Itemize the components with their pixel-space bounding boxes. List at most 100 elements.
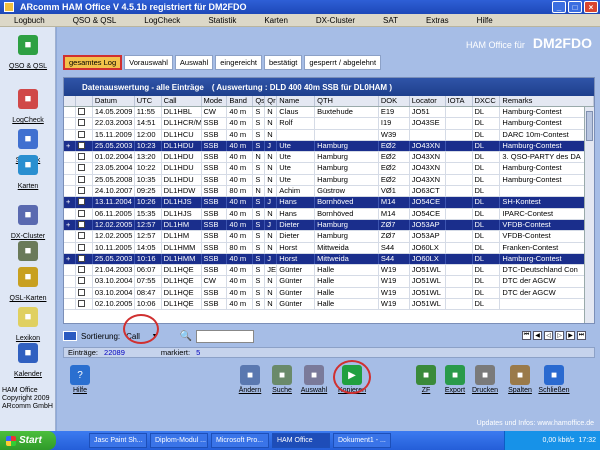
minimize-button[interactable]: _ (552, 1, 566, 13)
column-header-dok[interactable]: DOK (379, 96, 410, 106)
sidebar-item-kalender[interactable]: ■ Kalender (0, 343, 56, 378)
search-input[interactable] (196, 329, 255, 343)
row-checkbox-cell[interactable] (76, 186, 93, 197)
hilfe-button[interactable]: ? Hilfe (63, 365, 97, 394)
row-checkbox-cell[interactable] (76, 242, 93, 253)
tab-bestätigt[interactable]: bestätigt (263, 55, 303, 70)
next-page-icon[interactable]: ▶ (566, 331, 575, 340)
prev-page-icon[interactable]: ◀ (533, 331, 542, 340)
row-checkbox-cell[interactable] (76, 219, 93, 231)
sidebar-item-karten[interactable]: ■ Karten (0, 155, 56, 190)
row-checkbox-cell[interactable] (76, 163, 93, 174)
column-header-call[interactable]: Call (162, 96, 202, 106)
table-row[interactable]: 25.05.2008 10:35 DL1HDU SSB 40 m S N Ute Hamburg… (64, 174, 595, 187)
table-row[interactable]: +25.05.2003 10:16 DL1HMM SSB 40 m S J Horst Mitt… (64, 253, 595, 266)
auswahl-button[interactable]: ■ Auswahl (297, 365, 331, 394)
row-checkbox-cell[interactable] (76, 174, 93, 186)
row-checkbox[interactable] (77, 254, 85, 262)
row-checkbox-cell[interactable] (76, 299, 93, 310)
search-icon[interactable]: 🔍 (180, 331, 192, 342)
column-header-qth[interactable]: QTH (315, 96, 379, 106)
drucken-button[interactable]: ■ Drucken (468, 365, 502, 394)
column-header-band[interactable]: Band (227, 96, 254, 106)
table-row[interactable]: 03.10.2004 08:47 DL1HQE SSB 40 m S N Günter Hall… (64, 287, 595, 300)
next-record-icon[interactable]: ▷ (555, 331, 564, 340)
row-checkbox[interactable] (77, 164, 85, 172)
export-button[interactable]: ■ Export (438, 365, 472, 394)
tab-gesamtes-log[interactable]: gesamtes Log (63, 55, 123, 70)
row-checkbox-cell[interactable] (76, 287, 93, 299)
first-record-icon[interactable]: ⏮ (522, 331, 531, 340)
table-row[interactable]: 02.10.2005 10:06 DL1HQE SSB 40 m S N Günter Hall… (64, 299, 595, 311)
sidebar-item-qsl-karten[interactable]: ■ QSL-Karten (0, 267, 56, 302)
row-checkbox-cell[interactable] (76, 231, 93, 242)
row-checkbox-cell[interactable] (76, 107, 93, 118)
maximize-button[interactable]: □ (568, 1, 582, 13)
vertical-scrollbar[interactable] (584, 107, 594, 323)
row-checkbox-cell[interactable] (76, 265, 93, 276)
taskbar-task-dokument1[interactable]: Dokument1 - ... (333, 433, 391, 448)
row-checkbox[interactable] (77, 141, 85, 149)
table-row[interactable]: 03.10.2004 07:55 DL1HQE CW 40 m S N Günter Halle… (64, 276, 595, 288)
row-checkbox-cell[interactable] (76, 152, 93, 163)
row-checkbox[interactable] (77, 300, 85, 308)
row-checkbox[interactable] (77, 277, 85, 285)
table-row[interactable]: 12.02.2005 12:57 DL1HM SSB 40 m S N Dieter Hambu… (64, 231, 595, 243)
sidebar-item-logcheck[interactable]: ■ LogCheck (0, 89, 56, 124)
tab-auswahl[interactable]: Auswahl (174, 55, 214, 70)
menu-statistik[interactable]: Statistik (208, 16, 236, 25)
menu-extras[interactable]: Extras (426, 16, 449, 25)
column-header-qs[interactable]: Qs (253, 96, 266, 106)
row-checkbox[interactable] (77, 108, 85, 115)
spalten-button[interactable]: ■ Spalten (503, 365, 537, 394)
row-checkbox-cell[interactable] (76, 276, 93, 287)
row-checkbox[interactable] (77, 175, 85, 183)
column-header-utc[interactable]: UTC (135, 96, 162, 106)
taskbar-task-jasc-paint-sh[interactable]: Jasc Paint Sh... (89, 433, 147, 448)
last-record-icon[interactable]: ⏭ (577, 331, 586, 340)
row-checkbox-cell[interactable] (76, 253, 93, 265)
menu-dx-cluster[interactable]: DX-Cluster (316, 16, 355, 25)
table-row[interactable]: 24.10.2007 09:25 DL1HDW SSB 80 m N N Achim Güstr… (64, 186, 595, 198)
tab-gesperrt-abgelehnt[interactable]: gesperrt / abgelehnt (304, 55, 382, 70)
row-checkbox-cell[interactable] (76, 129, 93, 140)
column-header-locator[interactable]: Locator (410, 96, 446, 106)
scrollbar-thumb[interactable] (586, 111, 593, 141)
row-checkbox[interactable] (77, 187, 85, 195)
menu-qso-qsl[interactable]: QSO & QSL (73, 16, 117, 25)
table-row[interactable]: 15.11.2009 12:00 DL1HCU SSB 40 m S N W39 DL DARC … (64, 129, 595, 141)
row-checkbox[interactable] (77, 119, 85, 127)
table-row[interactable]: 14.05.2009 11:55 DL1HBL CW 40 m S N Claus Buxteh… (64, 107, 595, 119)
column-header-dxcc[interactable]: DXCC (473, 96, 501, 106)
row-checkbox-cell[interactable] (76, 197, 93, 208)
sidebar-item-qso-qsl[interactable]: ■ QSO & QSL (0, 35, 56, 70)
row-checkbox-cell[interactable] (76, 118, 93, 129)
sidebar-item-dx-cluster[interactable]: ■ DX-Cluster (0, 205, 56, 240)
row-checkbox[interactable] (77, 243, 85, 251)
row-checkbox-cell[interactable] (76, 208, 93, 219)
table-row[interactable]: 22.03.2003 14:51 DL1HCR/M SSB 40 m S N Rolf I19 J… (64, 118, 595, 130)
tab-eingereicht[interactable]: eingereicht (215, 55, 262, 70)
table-row[interactable]: +12.02.2005 12:57 DL1HM SSB 40 m S J Dieter Hamb… (64, 219, 595, 232)
menu-sat[interactable]: SAT (383, 16, 398, 25)
row-checkbox[interactable] (77, 130, 85, 138)
table-row[interactable]: +25.05.2003 10:23 DL1HDU SSB 40 m S J Ute Hambur… (64, 140, 595, 153)
start-button[interactable]: Start (0, 431, 56, 450)
table-row[interactable]: 10.11.2005 14:05 DL1HMM SSB 80 m S N Horst Mittw… (64, 242, 595, 254)
tab-vorauswahl[interactable]: Vorauswahl (124, 55, 173, 70)
column-header-col1[interactable] (76, 96, 93, 106)
taskbar-task-ham-office[interactable]: HAM Office (272, 433, 330, 448)
table-row[interactable]: +13.11.2004 10:26 DL1HJS SSB 40 m S J Hans Bornh… (64, 197, 595, 209)
close-window-button[interactable]: × (584, 1, 598, 13)
suche-button[interactable]: ■ Suche (265, 365, 299, 394)
taskbar-task-diplom-modul[interactable]: Diplom-Modul ... (150, 433, 208, 448)
sidebar-item-lexikon[interactable]: ■ Lexikon (0, 307, 56, 342)
column-header-iota[interactable]: IOTA (446, 96, 473, 106)
table-row[interactable]: 06.11.2005 15:35 DL1HJS SSB 40 m S N Hans Bornhö… (64, 208, 595, 220)
column-header-name[interactable]: Name (277, 96, 316, 106)
row-checkbox-cell[interactable] (76, 140, 93, 152)
column-header-datum[interactable]: Datum (93, 96, 135, 106)
table-row[interactable]: 01.02.2004 13:20 DL1HDU SSB 40 m N N Ute Hamburg… (64, 152, 595, 164)
taskbar-task-microsoft-pro[interactable]: Microsoft Pro... (211, 433, 269, 448)
row-checkbox[interactable] (77, 220, 85, 228)
